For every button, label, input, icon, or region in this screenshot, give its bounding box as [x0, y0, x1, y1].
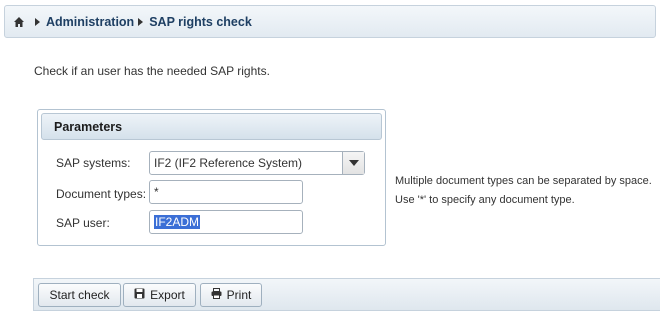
sap-user-value: IF2ADM: [154, 215, 201, 229]
start-check-button[interactable]: Start check: [38, 283, 121, 307]
document-types-label: Document types:: [56, 187, 147, 201]
page-description: Check if an user has the needed SAP righ…: [34, 64, 270, 78]
dropdown-button[interactable]: [342, 152, 364, 174]
sap-systems-value: IF2 (IF2 Reference System): [154, 156, 303, 170]
document-types-input[interactable]: *: [149, 180, 303, 204]
sap-user-label: SAP user:: [56, 216, 110, 230]
sap-systems-select[interactable]: IF2 (IF2 Reference System): [149, 151, 365, 175]
export-label: Export: [150, 288, 185, 302]
breadcrumb-item-sap-rights-check: SAP rights check: [149, 14, 252, 29]
hint-text: Use '*' to specify any document type.: [395, 194, 575, 206]
parameters-panel-title: Parameters: [41, 113, 382, 140]
sap-systems-label: SAP systems:: [56, 156, 131, 170]
document-types-value: *: [154, 185, 159, 199]
export-button[interactable]: Export: [123, 283, 196, 307]
sap-user-input[interactable]: IF2ADM: [149, 210, 303, 234]
breadcrumb-item-administration[interactable]: Administration: [46, 15, 134, 29]
chevron-right-icon: [35, 17, 40, 26]
print-label: Print: [226, 288, 252, 302]
action-toolbar: Start check Export Print: [33, 278, 660, 311]
save-icon: [134, 288, 145, 302]
hint-text: Multiple document types can be separated…: [395, 175, 652, 187]
home-icon[interactable]: [13, 16, 25, 28]
chevron-down-icon: [348, 160, 359, 166]
start-check-label: Start check: [49, 288, 110, 302]
printer-icon: [211, 288, 222, 302]
breadcrumb: Administration SAP rights check: [4, 5, 656, 38]
print-button[interactable]: Print: [200, 283, 262, 307]
parameters-panel: Parameters SAP systems: IF2 (IF2 Referen…: [37, 109, 386, 246]
chevron-right-icon: [138, 17, 144, 26]
